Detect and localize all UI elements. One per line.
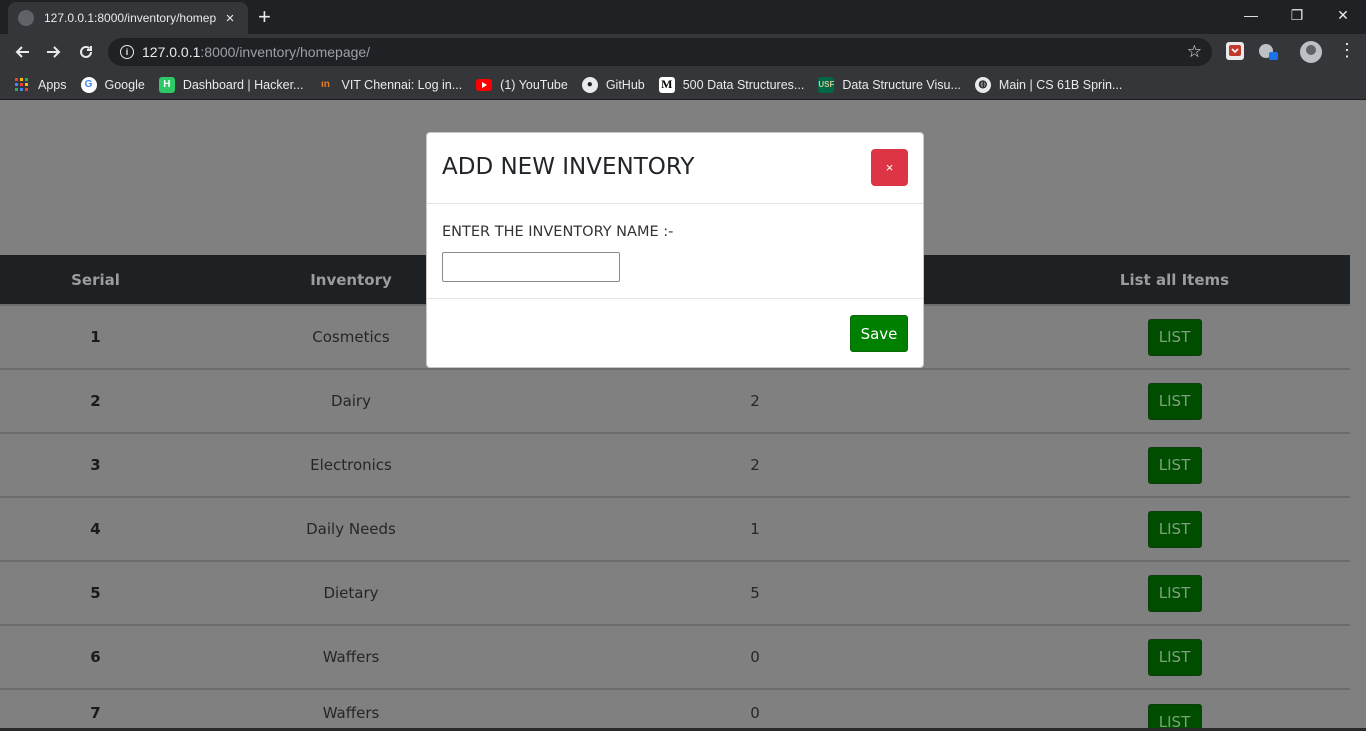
count-cell: 1 bbox=[511, 496, 999, 561]
back-arrow-icon[interactable] bbox=[10, 40, 34, 64]
extension-badge-icon[interactable] bbox=[1258, 42, 1278, 60]
menu-kebab-icon[interactable]: ⋮ bbox=[1338, 40, 1356, 61]
list-cell: LIST bbox=[999, 560, 1350, 625]
modal-body: ENTER THE INVENTORY NAME :- bbox=[427, 204, 923, 299]
google-icon: G bbox=[80, 76, 97, 93]
bookmark-label: Google bbox=[104, 77, 145, 92]
list-button[interactable]: LIST bbox=[1147, 638, 1202, 676]
bookmark-label: (1) YouTube bbox=[500, 77, 568, 92]
hackerrank-icon: H bbox=[158, 76, 175, 93]
bookmark-star-icon[interactable]: ☆ bbox=[1187, 42, 1202, 62]
modal-close-button[interactable]: × bbox=[871, 149, 908, 186]
serial-cell: 4 bbox=[0, 496, 191, 561]
url-path: :8000/inventory/homepage/ bbox=[200, 44, 371, 60]
count-cell: 2 bbox=[511, 432, 999, 497]
bookmark-apps[interactable]: Apps bbox=[14, 77, 67, 93]
table-row: 3 Electronics 2 LIST bbox=[0, 432, 1350, 497]
bookmark-medium[interactable]: M 500 Data Structures... bbox=[658, 76, 805, 93]
inventory-name-cell: Electronics bbox=[191, 432, 511, 497]
browser-tab[interactable]: 127.0.0.1:8000/inventory/homepage/ × bbox=[8, 2, 248, 34]
list-cell: LIST bbox=[999, 304, 1350, 369]
medium-icon: M bbox=[658, 76, 675, 93]
bookmark-vit[interactable]: ın VIT Chennai: Log in... bbox=[317, 77, 462, 93]
window-close-button[interactable]: ✕ bbox=[1320, 0, 1366, 30]
inventory-name-cell: Dairy bbox=[191, 368, 511, 433]
header-serial: Serial bbox=[0, 255, 191, 305]
list-button[interactable]: LIST bbox=[1147, 382, 1202, 420]
url-host: 127.0.0.1 bbox=[142, 44, 201, 60]
modal-title: ADD NEW INVENTORY bbox=[442, 154, 695, 180]
list-button[interactable]: LIST bbox=[1147, 704, 1202, 731]
list-cell: LIST bbox=[999, 688, 1350, 731]
serial-cell: 5 bbox=[0, 560, 191, 625]
serial-cell: 2 bbox=[0, 368, 191, 433]
minimize-button[interactable]: — bbox=[1228, 0, 1274, 30]
inventory-name-cell: Dietary bbox=[191, 560, 511, 625]
inventory-name-input[interactable] bbox=[442, 252, 620, 282]
bookmark-youtube[interactable]: (1) YouTube bbox=[476, 77, 568, 93]
header-list-all-items: List all Items bbox=[999, 255, 1350, 305]
info-icon[interactable]: i bbox=[120, 45, 134, 59]
bookmark-google[interactable]: G Google bbox=[80, 76, 145, 93]
list-button[interactable]: LIST bbox=[1147, 318, 1202, 356]
count-cell: 0 bbox=[511, 688, 999, 731]
bookmark-label: Dashboard | Hacker... bbox=[182, 77, 304, 92]
bookmark-label: VIT Chennai: Log in... bbox=[341, 77, 463, 92]
bookmark-label: Apps bbox=[38, 77, 67, 92]
bookmark-usf[interactable]: USF Data Structure Visu... bbox=[818, 76, 961, 93]
list-button[interactable]: LIST bbox=[1147, 446, 1202, 484]
table-row: 4 Daily Needs 1 LIST bbox=[0, 496, 1350, 561]
bookmark-github[interactable]: ● GitHub bbox=[581, 76, 645, 93]
count-cell: 0 bbox=[511, 624, 999, 689]
profile-avatar-icon[interactable] bbox=[1300, 41, 1322, 63]
serial-cell: 6 bbox=[0, 624, 191, 689]
tab-close-icon[interactable]: × bbox=[222, 10, 238, 27]
bookmark-cs61b[interactable]: ◍ Main | CS 61B Sprin... bbox=[974, 76, 1123, 93]
pocket-extension-icon[interactable] bbox=[1226, 42, 1244, 60]
table-row: 2 Dairy 2 LIST bbox=[0, 368, 1350, 433]
youtube-icon bbox=[476, 77, 493, 93]
list-button[interactable]: LIST bbox=[1147, 574, 1202, 612]
list-cell: LIST bbox=[999, 624, 1350, 689]
vit-icon: ın bbox=[321, 79, 330, 90]
bookmark-label: GitHub bbox=[605, 77, 645, 92]
usf-icon: USF bbox=[818, 76, 835, 93]
add-inventory-modal: ADD NEW INVENTORY × ENTER THE INVENTORY … bbox=[426, 132, 924, 368]
inventory-name-cell: Waffers bbox=[191, 688, 511, 731]
bookmark-hackerrank[interactable]: H Dashboard | Hacker... bbox=[158, 76, 304, 93]
github-icon: ● bbox=[581, 76, 598, 93]
globe-favicon-icon bbox=[18, 10, 34, 26]
list-cell: LIST bbox=[999, 432, 1350, 497]
forward-arrow-icon[interactable] bbox=[42, 40, 66, 64]
count-cell: 5 bbox=[511, 560, 999, 625]
table-row: 7 Waffers 0 LIST bbox=[0, 688, 1350, 731]
bookmark-label: Main | CS 61B Sprin... bbox=[998, 77, 1123, 92]
count-cell: 2 bbox=[511, 368, 999, 433]
modal-header: ADD NEW INVENTORY × bbox=[427, 133, 923, 204]
new-tab-button[interactable]: + bbox=[258, 6, 271, 28]
inventory-name-cell: Waffers bbox=[191, 624, 511, 689]
bookmarks-bar: Apps G Google H Dashboard | Hacker... ın… bbox=[0, 70, 1366, 100]
restore-button[interactable]: ❐ bbox=[1274, 0, 1320, 30]
bookmark-label: 500 Data Structures... bbox=[682, 77, 805, 92]
save-button[interactable]: Save bbox=[850, 315, 908, 352]
serial-cell: 7 bbox=[0, 688, 191, 731]
inventory-name-label: ENTER THE INVENTORY NAME :- bbox=[442, 224, 674, 240]
reload-icon[interactable] bbox=[74, 40, 98, 64]
list-cell: LIST bbox=[999, 496, 1350, 561]
apps-grid-icon bbox=[14, 77, 30, 93]
serial-cell: 1 bbox=[0, 304, 191, 369]
browser-toolbar: i 127.0.0.1:8000/inventory/homepage/ ☆ ⋮ bbox=[0, 34, 1366, 70]
list-cell: LIST bbox=[999, 368, 1350, 433]
bookmark-label: Data Structure Visu... bbox=[842, 77, 961, 92]
inventory-name-cell: Daily Needs bbox=[191, 496, 511, 561]
table-row: 5 Dietary 5 LIST bbox=[0, 560, 1350, 625]
browser-tab-strip: 127.0.0.1:8000/inventory/homepage/ × + —… bbox=[0, 0, 1366, 34]
tab-title: 127.0.0.1:8000/inventory/homepage/ bbox=[44, 11, 216, 25]
table-row: 6 Waffers 0 LIST bbox=[0, 624, 1350, 689]
list-button[interactable]: LIST bbox=[1147, 510, 1202, 548]
globe-icon: ◍ bbox=[974, 76, 991, 93]
address-bar[interactable]: i 127.0.0.1:8000/inventory/homepage/ ☆ bbox=[108, 38, 1212, 66]
serial-cell: 3 bbox=[0, 432, 191, 497]
